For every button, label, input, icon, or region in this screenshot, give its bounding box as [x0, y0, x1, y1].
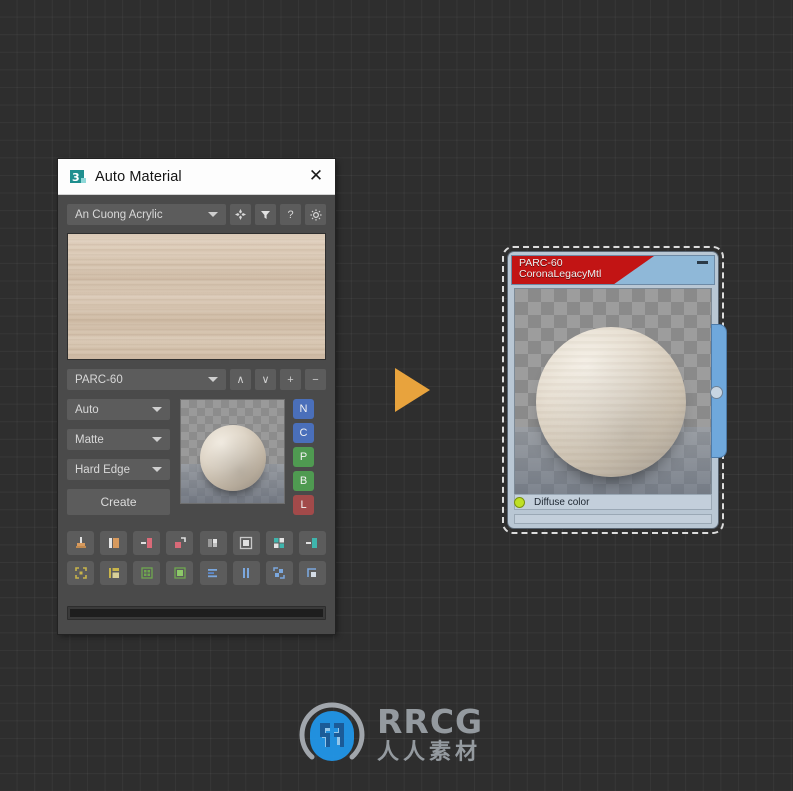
watermark-subtitle: 人人素材: [377, 739, 482, 765]
diffuse-color-label: Diffuse color: [534, 496, 590, 508]
library-value: An Cuong Acrylic: [75, 208, 163, 221]
channel-light[interactable]: L: [293, 495, 314, 515]
diffuse-color-socket-icon[interactable]: [514, 496, 525, 508]
library-row: An Cuong Acrylic ?: [67, 204, 326, 225]
material-node[interactable]: PARC-60 CoronaLegacyMtl Diffuse color: [507, 251, 727, 529]
orange-play-arrow: [395, 368, 430, 412]
renderer-mode-value: Auto: [75, 403, 99, 416]
3dsmax-icon: 3: [70, 169, 86, 185]
material-list-icon[interactable]: [100, 561, 128, 585]
assign-material-icon[interactable]: [298, 531, 326, 555]
channel-bump[interactable]: B: [293, 471, 314, 491]
tool-icon-grid: [67, 531, 326, 585]
tile-material-icon[interactable]: [133, 561, 161, 585]
add-button[interactable]: +: [280, 369, 301, 390]
material-node-wrapper[interactable]: PARC-60 CoronaLegacyMtl Diffuse color: [502, 246, 727, 534]
multi-material-icon[interactable]: [265, 531, 293, 555]
resize-material-icon[interactable]: [298, 561, 326, 585]
rrcg-logo-icon: [296, 699, 368, 771]
dialog-titlebar[interactable]: 3 Auto Material ✕: [58, 159, 335, 195]
split-material-icon[interactable]: [100, 531, 128, 555]
chevron-down-icon: [152, 407, 162, 412]
compare-material-icon[interactable]: [199, 531, 227, 555]
watermark-text: RRCG 人人素材: [377, 705, 483, 765]
surface-finish-value: Matte: [75, 433, 104, 446]
chevron-down-icon: [152, 467, 162, 472]
node-material-thumbnail[interactable]: [514, 288, 712, 496]
wood-texture-preview[interactable]: [67, 233, 326, 360]
channel-normal[interactable]: N: [293, 399, 314, 419]
options-column: Auto Matte Hard Edge Create: [67, 399, 170, 515]
material-dropdown[interactable]: PARC-60: [67, 369, 226, 390]
create-button[interactable]: Create: [67, 489, 170, 515]
watermark-brand: RRCG: [377, 701, 484, 741]
scrollbar-track[interactable]: [70, 609, 323, 617]
chevron-down-icon: [152, 437, 162, 442]
material-row: PARC-60 ∧ ∨ + −: [67, 369, 326, 390]
material-sphere-preview[interactable]: [180, 399, 285, 504]
node-title-line2: CoronaLegacyMtl: [519, 268, 602, 280]
close-icon[interactable]: ✕: [297, 160, 335, 194]
settings-gear-icon[interactable]: [305, 204, 326, 225]
swap-material-icon[interactable]: [265, 561, 293, 585]
select-by-material-icon[interactable]: [67, 561, 94, 585]
node-thumb-sphere: [536, 327, 687, 478]
tool-icon-row: [67, 561, 326, 585]
library-dropdown[interactable]: An Cuong Acrylic: [67, 204, 226, 225]
center-material-icon[interactable]: [232, 531, 260, 555]
node-output-connector-icon[interactable]: [710, 386, 723, 399]
edge-mode-dropdown[interactable]: Hard Edge: [67, 459, 170, 480]
filter-funnel-icon[interactable]: [255, 204, 276, 225]
auto-material-dialog: 3 Auto Material ✕ An Cuong Acrylic ? PAR…: [58, 159, 335, 634]
channel-buttons: N C P B L: [293, 399, 314, 519]
move-icon[interactable]: [230, 204, 251, 225]
tool-icon-row: [67, 531, 326, 555]
dialog-title: Auto Material: [95, 168, 182, 185]
material-options-section: Auto Matte Hard Edge Create N C P B L: [67, 399, 326, 519]
chevron-down-icon: [208, 377, 218, 382]
renderer-mode-dropdown[interactable]: Auto: [67, 399, 170, 420]
node-header[interactable]: PARC-60 CoronaLegacyMtl: [511, 255, 715, 285]
dialog-body: An Cuong Acrylic ? PARC-60 ∧ ∨ + − Auto …: [58, 195, 335, 585]
preview-sphere: [199, 424, 266, 491]
node-footer-bar: [514, 514, 712, 524]
split-columns-icon[interactable]: [232, 561, 260, 585]
move-up-button[interactable]: ∧: [230, 369, 251, 390]
channel-displacement[interactable]: P: [293, 447, 314, 467]
edge-mode-value: Hard Edge: [75, 463, 130, 476]
remove-material-icon[interactable]: [133, 531, 161, 555]
move-down-button[interactable]: ∨: [255, 369, 276, 390]
node-input-socket-row[interactable]: Diffuse color: [514, 494, 712, 510]
extract-material-icon[interactable]: [166, 531, 194, 555]
surface-finish-dropdown[interactable]: Matte: [67, 429, 170, 450]
align-material-icon[interactable]: [199, 561, 227, 585]
remove-button[interactable]: −: [305, 369, 326, 390]
chevron-down-icon: [208, 212, 218, 217]
apply-to-object-icon[interactable]: [67, 531, 94, 555]
channel-color[interactable]: C: [293, 423, 314, 443]
rrcg-watermark: RRCG 人人素材: [296, 698, 498, 772]
horizontal-scrollbar[interactable]: [67, 606, 326, 620]
node-minimize-button[interactable]: [697, 261, 708, 264]
fill-material-icon[interactable]: [166, 561, 194, 585]
material-value: PARC-60: [75, 373, 123, 386]
svg-text:3: 3: [72, 171, 80, 184]
help-icon[interactable]: ?: [280, 204, 301, 225]
